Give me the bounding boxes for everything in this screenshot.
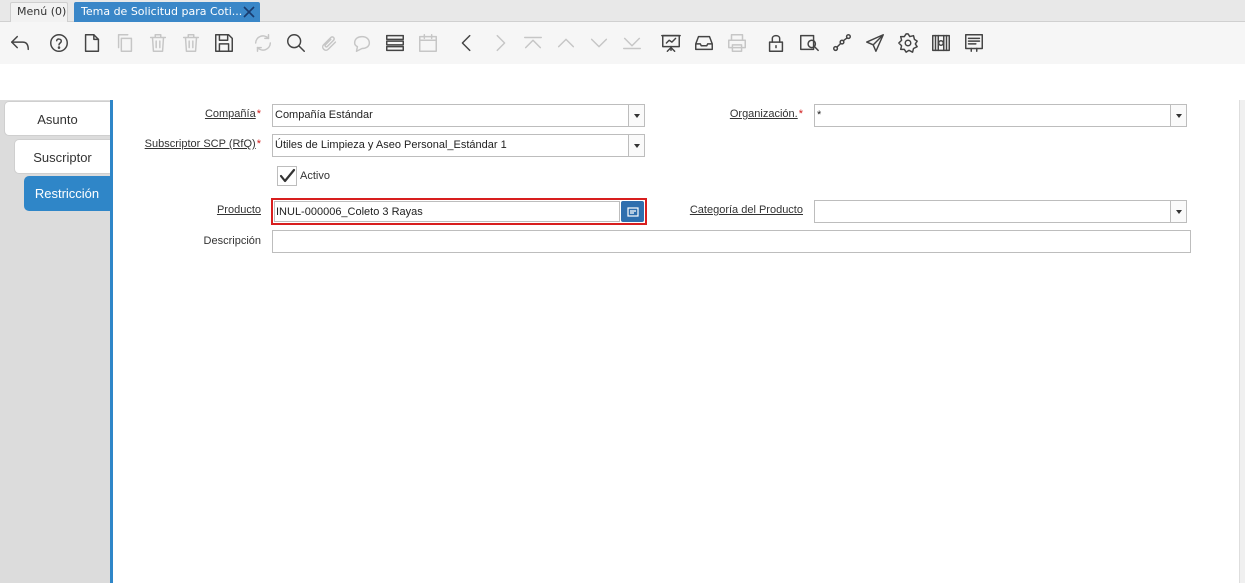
toolbar xyxy=(0,22,1245,64)
activo-checkbox[interactable] xyxy=(277,166,297,186)
chevron-down-icon[interactable] xyxy=(1170,105,1186,126)
undo-icon[interactable] xyxy=(8,31,32,55)
organizacion-label: Organización.* xyxy=(729,108,803,120)
find-icon[interactable] xyxy=(284,31,308,55)
zoom-across-icon[interactable] xyxy=(797,31,821,55)
compania-select[interactable]: Compañía Estándar xyxy=(272,104,645,127)
search-button[interactable] xyxy=(621,201,644,222)
compania-label: Compañía* xyxy=(204,108,261,120)
workflow-icon[interactable] xyxy=(830,31,854,55)
producto-input[interactable]: INUL-000006_Coleto 3 Rayas xyxy=(274,201,620,222)
compania-value: Compañía Estándar xyxy=(275,109,373,121)
tab-restriccion[interactable]: Restricción xyxy=(24,176,110,211)
scrollbar[interactable] xyxy=(1239,100,1245,583)
process-icon[interactable] xyxy=(929,31,953,55)
lock-icon[interactable] xyxy=(764,31,788,55)
last-record-icon[interactable] xyxy=(620,31,644,55)
subscriptor-select[interactable]: Útiles de Limpieza y Aseo Personal_Están… xyxy=(272,134,645,157)
delete-icon[interactable] xyxy=(146,31,170,55)
window-tab-bar: Menú (0) Tema de Solicitud para Coti... xyxy=(0,0,1245,22)
detail-tab-panel: Asunto Suscriptor Restricción xyxy=(0,100,113,583)
descripcion-label: Descripción xyxy=(203,235,261,247)
delete-selection-icon[interactable] xyxy=(179,31,203,55)
attachment-icon[interactable] xyxy=(317,31,341,55)
producto-search-field: INUL-000006_Coleto 3 Rayas xyxy=(271,198,647,225)
refresh-icon[interactable] xyxy=(251,31,275,55)
next-record-icon[interactable] xyxy=(587,31,611,55)
grid-toggle-icon[interactable] xyxy=(383,31,407,55)
help-icon[interactable] xyxy=(47,31,71,55)
send-icon[interactable] xyxy=(863,31,887,55)
copy-icon[interactable] xyxy=(113,31,137,55)
chevron-down-icon[interactable] xyxy=(628,135,644,156)
categoria-select[interactable] xyxy=(814,200,1187,223)
first-record-icon[interactable] xyxy=(521,31,545,55)
activo-label: Activo xyxy=(300,170,330,182)
descripcion-input[interactable] xyxy=(272,230,1191,253)
close-icon[interactable] xyxy=(242,5,256,19)
calendar-icon[interactable] xyxy=(416,31,440,55)
report-icon[interactable] xyxy=(659,31,683,55)
next-icon[interactable] xyxy=(488,31,512,55)
chevron-down-icon[interactable] xyxy=(628,105,644,126)
categoria-label: Categoría del Producto xyxy=(689,204,803,216)
tab-menu[interactable]: Menú (0) xyxy=(10,2,68,22)
new-record-icon[interactable] xyxy=(80,31,104,55)
save-icon[interactable] xyxy=(212,31,236,55)
previous-record-icon[interactable] xyxy=(554,31,578,55)
organizacion-value: * xyxy=(817,109,822,121)
tab-rfq-topic-label: Tema de Solicitud para Coti... xyxy=(81,5,243,18)
tab-suscriptor[interactable]: Suscriptor xyxy=(14,139,110,174)
check-icon xyxy=(279,168,296,183)
subscriptor-label: Subscriptor SCP (RfQ)* xyxy=(144,138,261,150)
tab-rfq-topic[interactable]: Tema de Solicitud para Coti... xyxy=(74,2,260,22)
producto-label: Producto xyxy=(216,204,261,216)
lookup-icon xyxy=(626,206,639,217)
tab-asunto[interactable]: Asunto xyxy=(4,101,110,136)
organizacion-select[interactable]: * xyxy=(814,104,1187,127)
form-icon[interactable] xyxy=(962,31,986,55)
archive-icon[interactable] xyxy=(692,31,716,55)
previous-icon[interactable] xyxy=(455,31,479,55)
subscriptor-value: Útiles de Limpieza y Aseo Personal_Están… xyxy=(275,139,507,151)
settings-icon[interactable] xyxy=(896,31,920,55)
chat-icon[interactable] xyxy=(350,31,374,55)
print-icon[interactable] xyxy=(725,31,749,55)
chevron-down-icon[interactable] xyxy=(1170,201,1186,222)
